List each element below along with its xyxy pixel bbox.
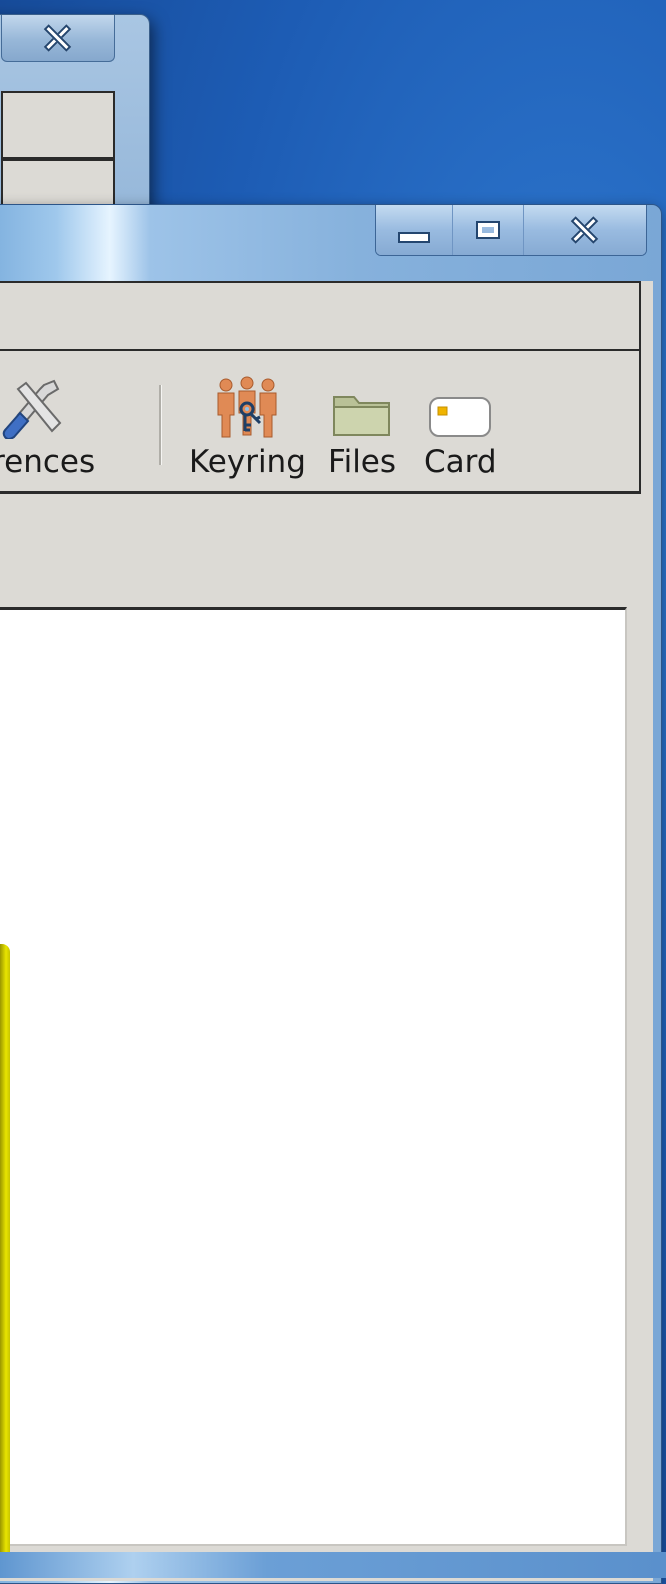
- minimize-button[interactable]: [376, 205, 452, 255]
- yellow-window-edge: [0, 944, 10, 1578]
- close-icon: [43, 25, 73, 51]
- background-window-panel-top: [1, 91, 115, 159]
- preferences-tools-icon: [2, 379, 62, 439]
- smart-card-icon: [429, 397, 492, 437]
- toolbar-keyring-button[interactable]: Keyring: [189, 373, 306, 481]
- toolbar-separator: [159, 385, 162, 465]
- window-caption-buttons: [375, 205, 647, 256]
- folder-icon: [333, 396, 391, 436]
- close-icon: [570, 217, 600, 243]
- background-window-close-button[interactable]: [1, 15, 115, 62]
- keyring-people-icon: [217, 376, 277, 438]
- main-window[interactable]: erences: [0, 204, 662, 1584]
- menu-bar[interactable]: [0, 281, 641, 351]
- toolbar-card-button[interactable]: Card: [424, 373, 497, 481]
- toolbar-preferences-button[interactable]: erences: [0, 373, 95, 481]
- content-pane[interactable]: [0, 607, 627, 1546]
- main-window-bottom-frame: [0, 1552, 666, 1578]
- toolbar-card-label: Card: [424, 444, 497, 480]
- window-client-area: erences: [0, 281, 653, 1581]
- close-button[interactable]: [523, 205, 646, 255]
- minimize-icon: [398, 231, 430, 243]
- toolbar-preferences-label: erences: [0, 444, 96, 480]
- toolbar-files-label: Files: [328, 444, 397, 480]
- maximize-button[interactable]: [452, 205, 523, 255]
- toolbar: erences: [0, 351, 641, 494]
- maximize-icon: [476, 221, 500, 239]
- toolbar-secondary-area: [0, 495, 639, 607]
- toolbar-files-button[interactable]: Files: [328, 373, 396, 481]
- toolbar-keyring-label: Keyring: [189, 444, 306, 480]
